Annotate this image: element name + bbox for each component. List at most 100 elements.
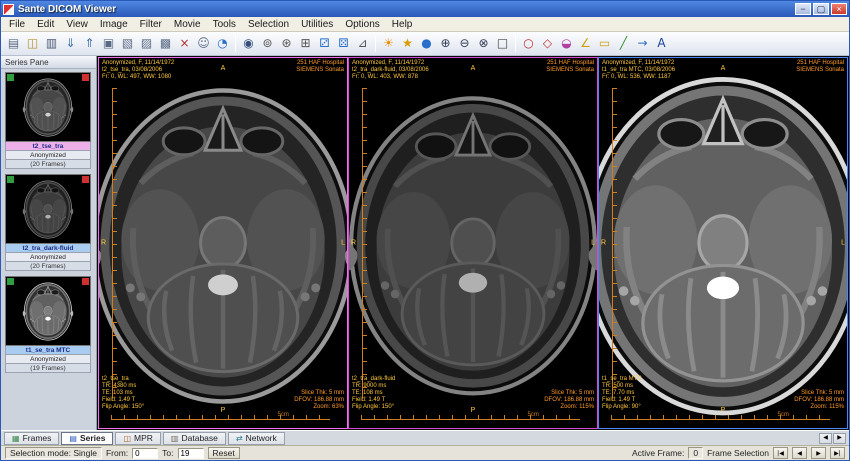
first-frame-icon[interactable]: |◀: [773, 447, 788, 459]
database-tab-icon: ▥: [171, 434, 179, 443]
delete-icon[interactable]: ×: [175, 34, 194, 53]
menu-image[interactable]: Image: [94, 17, 134, 32]
orientation-marker-left: L: [591, 240, 595, 247]
database-icon[interactable]: ▩: [156, 34, 175, 53]
orientation-marker-right: R: [351, 240, 356, 247]
reset-button[interactable]: Reset: [208, 447, 240, 459]
menu-selection[interactable]: Selection: [242, 17, 295, 32]
roi-polygon-icon[interactable]: ◇: [538, 34, 557, 53]
menu-help[interactable]: Help: [386, 17, 419, 32]
orientation-marker-anterior: A: [221, 65, 226, 72]
series-tab-icon: ▤: [69, 434, 77, 443]
magnifier-icon[interactable]: ⊗: [474, 34, 493, 53]
tab-network[interactable]: ⇄ Network: [228, 432, 285, 445]
open-folder-icon[interactable]: ◫: [23, 34, 42, 53]
save-icon[interactable]: ▥: [42, 34, 61, 53]
zoom-out-icon[interactable]: ⊖: [455, 34, 474, 53]
from-input[interactable]: [132, 448, 158, 459]
menu-file[interactable]: File: [3, 17, 31, 32]
zoom-in-icon[interactable]: ⊕: [436, 34, 455, 53]
histogram-icon[interactable]: ⊿: [353, 34, 372, 53]
sequence-params-overlay: t2_tse_tra TR: 4380 ms TE: 103 ms Field:…: [102, 376, 144, 411]
print-icon[interactable]: ▣: [99, 34, 118, 53]
orientation-marker-anterior: A: [471, 65, 476, 72]
ruler-icon[interactable]: ▭: [595, 34, 614, 53]
tab-mpr[interactable]: ◫ MPR: [115, 432, 160, 445]
select-rect-icon[interactable]: □: [493, 34, 512, 53]
brightness-icon[interactable]: ☀: [379, 34, 398, 53]
series-name-label: t2_tra_dark-fluid: [5, 244, 91, 253]
menu-options[interactable]: Options: [339, 17, 385, 32]
viewport-1[interactable]: 5cm Anonymized, F, 11/14/1972 t2_tse_tra…: [98, 57, 348, 429]
maximize-button[interactable]: ▢: [813, 3, 829, 15]
orientation-marker-right: R: [601, 240, 606, 247]
line-icon[interactable]: ╱: [614, 34, 633, 53]
export-icon[interactable]: ⇑: [80, 34, 99, 53]
app-icon: [3, 4, 14, 15]
menu-filter[interactable]: Filter: [134, 17, 168, 32]
previous-frame-icon[interactable]: ◀: [792, 447, 807, 459]
frames-tab-icon: ▦: [12, 434, 20, 443]
tab-series[interactable]: ▤ Series: [61, 432, 113, 445]
series-pane-title: Series Pane: [1, 56, 96, 69]
filter-icon[interactable]: ⊛: [277, 34, 296, 53]
tab-database[interactable]: ▥ Database: [163, 432, 226, 445]
series-thumbnail-image[interactable]: [5, 174, 91, 244]
series-thumbnail-2[interactable]: t2_tra_dark-fluid Anonymized (20 Frames): [5, 174, 92, 271]
text-icon[interactable]: A: [652, 34, 671, 53]
next-frame-icon[interactable]: ▶: [811, 447, 826, 459]
frame-selection-label: Frame Selection: [707, 448, 769, 458]
tab-frames[interactable]: ▦ Frames: [4, 432, 59, 445]
viewport-2[interactable]: 5cm Anonymized, F, 11/14/1972 t2_tra_dar…: [348, 57, 598, 429]
layout-icon[interactable]: ⊞: [296, 34, 315, 53]
palette-icon[interactable]: ◒: [557, 34, 576, 53]
series-pane: Series Pane t2_tse_tra Anonymized (20 Fr…: [1, 56, 97, 430]
tab-scroll-right-icon[interactable]: ▶: [833, 433, 846, 444]
star-icon[interactable]: ★: [398, 34, 417, 53]
series-name-label: t2_tse_tra: [5, 142, 91, 151]
active-frame-value: 0: [688, 447, 703, 459]
sphere-icon[interactable]: ●: [417, 34, 436, 53]
series-thumbnail-list: t2_tse_tra Anonymized (20 Frames) t2_tra…: [1, 69, 96, 430]
to-input[interactable]: [178, 448, 204, 459]
import-icon[interactable]: ⇓: [61, 34, 80, 53]
menu-tools[interactable]: Tools: [207, 17, 242, 32]
series-thumbnail-3[interactable]: t1_se_tra MTC Anonymized (19 Frames): [5, 276, 92, 373]
roi-ellipse-icon[interactable]: ○: [519, 34, 538, 53]
paste-icon[interactable]: ▨: [137, 34, 156, 53]
orientation-marker-left: L: [841, 240, 845, 247]
series-thumbnail-image[interactable]: [5, 276, 91, 346]
minimize-button[interactable]: −: [795, 3, 811, 15]
series-frames-label: (20 Frames): [5, 160, 91, 169]
orientation-marker-anterior: A: [721, 65, 726, 72]
open-image-icon[interactable]: ▤: [4, 34, 23, 53]
angle-icon[interactable]: ∠: [576, 34, 595, 53]
eye-icon[interactable]: ◉: [239, 34, 258, 53]
orientation-marker-right: R: [101, 240, 106, 247]
arrow-icon[interactable]: →: [633, 34, 652, 53]
toolbar-separator: [375, 35, 376, 52]
settings-icon[interactable]: ⊚: [258, 34, 277, 53]
tab-scroll-left-icon[interactable]: ◀: [819, 433, 832, 444]
slice-info-overlay: Slice Thk: 5 mm DFOV: 186.88 mm Zoom: 11…: [544, 390, 594, 411]
anonymize-icon[interactable]: ☺: [194, 34, 213, 53]
menu-utilities[interactable]: Utilities: [295, 17, 339, 32]
dice-two-icon[interactable]: ⚄: [334, 34, 353, 53]
series-thumbnail-1[interactable]: t2_tse_tra Anonymized (20 Frames): [5, 72, 92, 169]
scale-label: 5cm: [528, 412, 539, 418]
scale-label: 5cm: [778, 412, 789, 418]
menu-edit[interactable]: Edit: [31, 17, 60, 32]
scale-label: 5cm: [278, 412, 289, 418]
menu-view[interactable]: View: [60, 17, 94, 32]
last-frame-icon[interactable]: ▶|: [830, 447, 845, 459]
copy-icon[interactable]: ▧: [118, 34, 137, 53]
viewport-3[interactable]: 5cm Anonymized, F, 11/14/1972 t1_se_tra …: [598, 57, 848, 429]
dice-icon[interactable]: ⚂: [315, 34, 334, 53]
slice-info-overlay: Slice Thk: 5 mm DFOV: 186.88 mm Zoom: 11…: [794, 390, 844, 411]
info-icon[interactable]: ◔: [213, 34, 232, 53]
close-button[interactable]: ×: [831, 3, 847, 15]
series-thumbnail-image[interactable]: [5, 72, 91, 142]
menu-movie[interactable]: Movie: [168, 17, 207, 32]
tab-label: Frames: [23, 433, 52, 443]
tab-label: MPR: [134, 433, 153, 443]
